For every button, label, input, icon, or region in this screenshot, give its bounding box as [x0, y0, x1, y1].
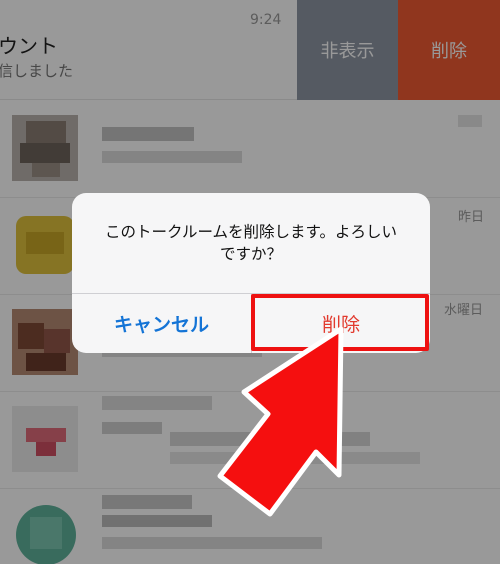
highlight-box [251, 294, 429, 351]
cancel-button[interactable]: キャンセル [72, 294, 251, 353]
dialog-message: このトークルームを削除します。よろしい ですか？ [82, 221, 420, 265]
dialog-message-line: このトークルームを削除します。よろしい [104, 223, 398, 241]
dialog-message-line: ですか？ [219, 245, 282, 263]
